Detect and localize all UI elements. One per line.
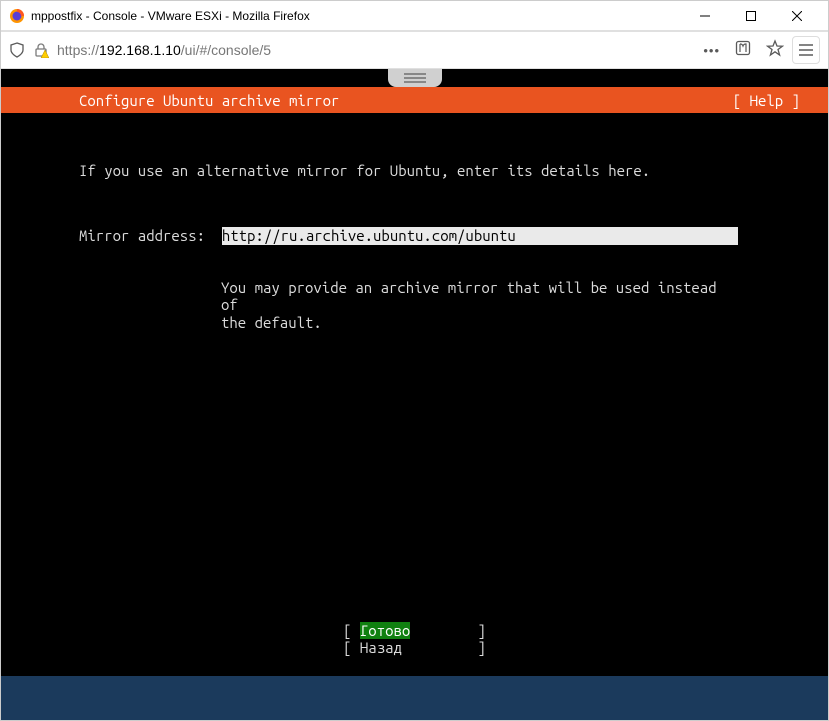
bookmark-star-icon[interactable] — [766, 39, 784, 62]
firefox-window: mppostfix - Console - VMware ESXi - Mozi… — [0, 0, 829, 721]
console-top-strip — [1, 69, 828, 87]
shield-icon[interactable] — [9, 42, 25, 58]
close-button[interactable] — [774, 1, 820, 31]
page-actions-icon[interactable]: ••• — [703, 43, 720, 58]
address-bar-actions: ••• — [703, 39, 784, 62]
mirror-row: Mirror address: http://ru.archive.ubuntu… — [79, 227, 800, 244]
maximize-button[interactable] — [728, 1, 774, 31]
menu-button[interactable] — [792, 36, 820, 64]
lock-warning-icon[interactable] — [33, 42, 49, 58]
installer-header: Configure Ubuntu archive mirror [ Help ] — [1, 87, 828, 113]
intro-text: If you use an alternative mirror for Ubu… — [79, 162, 800, 179]
window-title: mppostfix - Console - VMware ESXi - Mozi… — [31, 9, 682, 23]
installer-title: Configure Ubuntu archive mirror — [79, 92, 339, 109]
back-button[interactable]: [ Назад ] — [343, 639, 486, 656]
mirror-label: Mirror address: — [79, 227, 222, 244]
installer-buttons: [ Готово ] [ Назад ] — [1, 622, 828, 657]
console-viewport[interactable]: Configure Ubuntu archive mirror [ Help ]… — [1, 69, 828, 720]
reader-icon[interactable] — [734, 39, 752, 62]
window-controls — [682, 1, 820, 31]
titlebar: mppostfix - Console - VMware ESXi - Mozi… — [1, 1, 828, 31]
mirror-address-input[interactable]: http://ru.archive.ubuntu.com/ubuntu — [222, 227, 738, 244]
mirror-help-text: You may provide an archive mirror that w… — [221, 279, 741, 331]
console-drag-handle-icon[interactable] — [388, 69, 442, 87]
url-bar[interactable]: https://192.168.1.10/ui/#/console/5 — [57, 42, 695, 58]
help-button[interactable]: [ Help ] — [733, 92, 800, 109]
address-bar-row: https://192.168.1.10/ui/#/console/5 ••• — [1, 31, 828, 69]
firefox-icon — [9, 8, 25, 24]
installer-body: If you use an alternative mirror for Ubu… — [1, 113, 828, 676]
done-button[interactable]: [ Готово ] — [343, 622, 486, 639]
url-text: https://192.168.1.10/ui/#/console/5 — [57, 42, 271, 58]
minimize-button[interactable] — [682, 1, 728, 31]
console-footer — [1, 676, 828, 720]
